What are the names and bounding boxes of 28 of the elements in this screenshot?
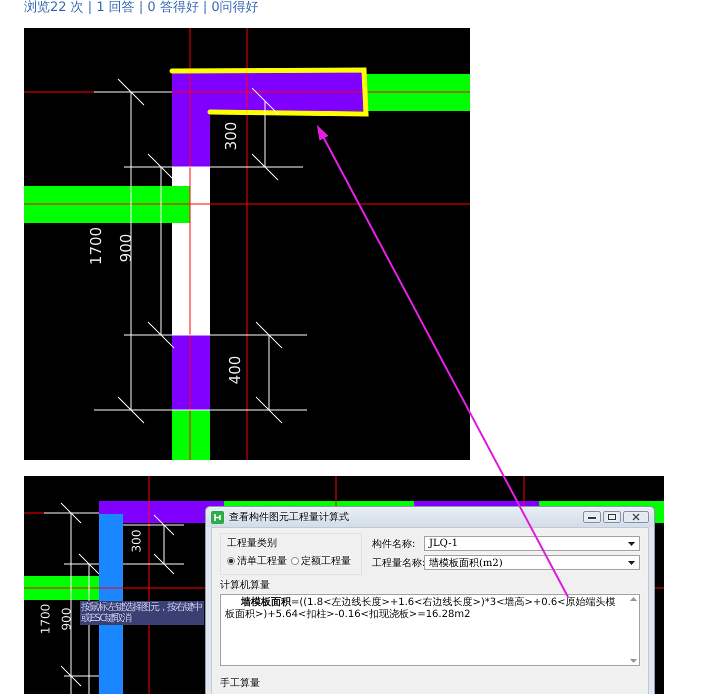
formula-text-area[interactable]: 墙模板面积=((1.8<左边线长度>+1.6<右边线长度>)*3<墙高>+0.6<原始端头模板面积>)+5.64<扣柱>-0.16<扣现浇板>=16.28m2 bbox=[220, 594, 640, 666]
section-label: 手工算量 bbox=[220, 676, 261, 690]
tooltip-text: 按鼠标左键选择图元，按右键中 bbox=[81, 602, 202, 613]
dimension-label: 1700 bbox=[87, 226, 106, 266]
radio-option[interactable]: 定额工程量 bbox=[291, 554, 351, 568]
dimension-label: 1700 bbox=[38, 604, 52, 634]
scroll-down-icon[interactable] bbox=[630, 659, 637, 663]
tooltip-text: 或ESC键取消 bbox=[81, 613, 131, 624]
scroll-up-icon[interactable] bbox=[630, 597, 637, 601]
field-label: 构件名称: bbox=[372, 538, 416, 550]
radio-option[interactable]: 清单工程量 bbox=[227, 554, 287, 568]
close-icon[interactable] bbox=[623, 511, 649, 523]
dimension-label: 300 bbox=[129, 530, 144, 552]
section-label: 计算机算量 bbox=[220, 578, 271, 592]
app-icon bbox=[211, 510, 224, 524]
dimension-label: 900 bbox=[59, 608, 74, 630]
maximize-icon[interactable] bbox=[603, 511, 621, 523]
dimension-label: 400 bbox=[226, 356, 244, 384]
window-title: 查看构件图元工程量计算式 bbox=[229, 510, 349, 524]
caret-icon bbox=[628, 560, 635, 564]
caret-icon bbox=[628, 542, 635, 546]
dropdown[interactable]: JLQ-1 bbox=[424, 536, 640, 551]
minimize-icon[interactable] bbox=[583, 511, 601, 523]
dimension-label: 300 bbox=[222, 122, 240, 150]
dimension-label: 900 bbox=[117, 234, 136, 262]
stats-line: 浏览22 次 | 1 回答 | 0 答得好 | 0问得好 bbox=[24, 0, 259, 17]
dropdown[interactable]: 墙模板面积(m2) bbox=[424, 555, 640, 570]
group-label: 工程量类别 bbox=[227, 536, 278, 550]
